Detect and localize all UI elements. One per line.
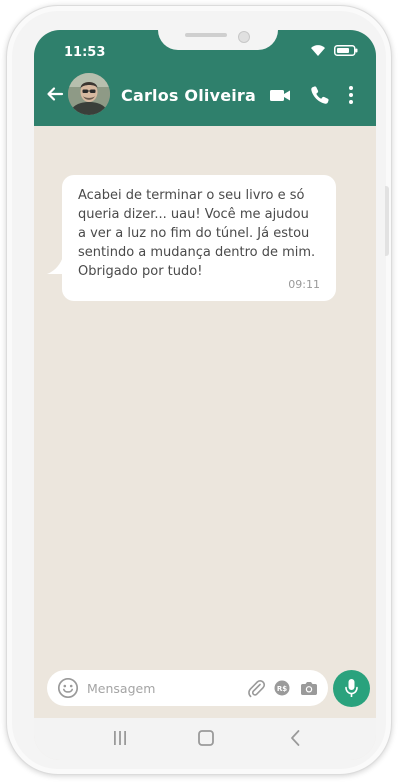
front-camera xyxy=(238,31,250,43)
message-text: Acabei de terminar o seu livro e só quer… xyxy=(78,188,316,279)
side-button xyxy=(385,186,389,256)
recent-apps-icon[interactable] xyxy=(112,729,128,747)
message-input-container: R$ xyxy=(47,670,328,706)
emoji-icon[interactable] xyxy=(57,677,79,699)
camera-icon[interactable] xyxy=(300,680,318,696)
payment-icon[interactable]: R$ xyxy=(274,680,290,696)
back-icon[interactable] xyxy=(289,729,301,747)
contact-name[interactable]: Carlos Oliveira xyxy=(121,86,256,105)
system-navigation-bar xyxy=(34,718,376,760)
avatar[interactable] xyxy=(68,73,110,115)
phone-icon[interactable] xyxy=(310,85,330,105)
mic-button[interactable] xyxy=(333,670,370,707)
more-vertical-icon[interactable] xyxy=(347,85,355,105)
speaker-grille xyxy=(185,33,227,37)
video-camera-icon[interactable] xyxy=(269,85,291,105)
status-time: 11:53 xyxy=(64,45,106,60)
message-composer: R$ xyxy=(34,666,376,718)
avatar-photo xyxy=(68,73,110,115)
arrow-left-icon[interactable] xyxy=(46,85,64,103)
message-bubble[interactable]: Acabei de terminar o seu livro e só quer… xyxy=(62,175,336,301)
svg-text:R$: R$ xyxy=(277,685,287,693)
wifi-icon xyxy=(311,45,325,56)
home-icon[interactable] xyxy=(197,729,215,747)
microphone-icon xyxy=(345,679,358,697)
chat-screen: 11:53 Carlos Oliveira Acabei de terminar… xyxy=(34,30,376,760)
phone-frame: 11:53 Carlos Oliveira Acabei de terminar… xyxy=(6,5,392,775)
battery-icon xyxy=(334,45,358,56)
message-input[interactable] xyxy=(87,679,237,697)
message-time: 09:11 xyxy=(288,278,320,291)
paperclip-icon[interactable] xyxy=(246,678,266,698)
